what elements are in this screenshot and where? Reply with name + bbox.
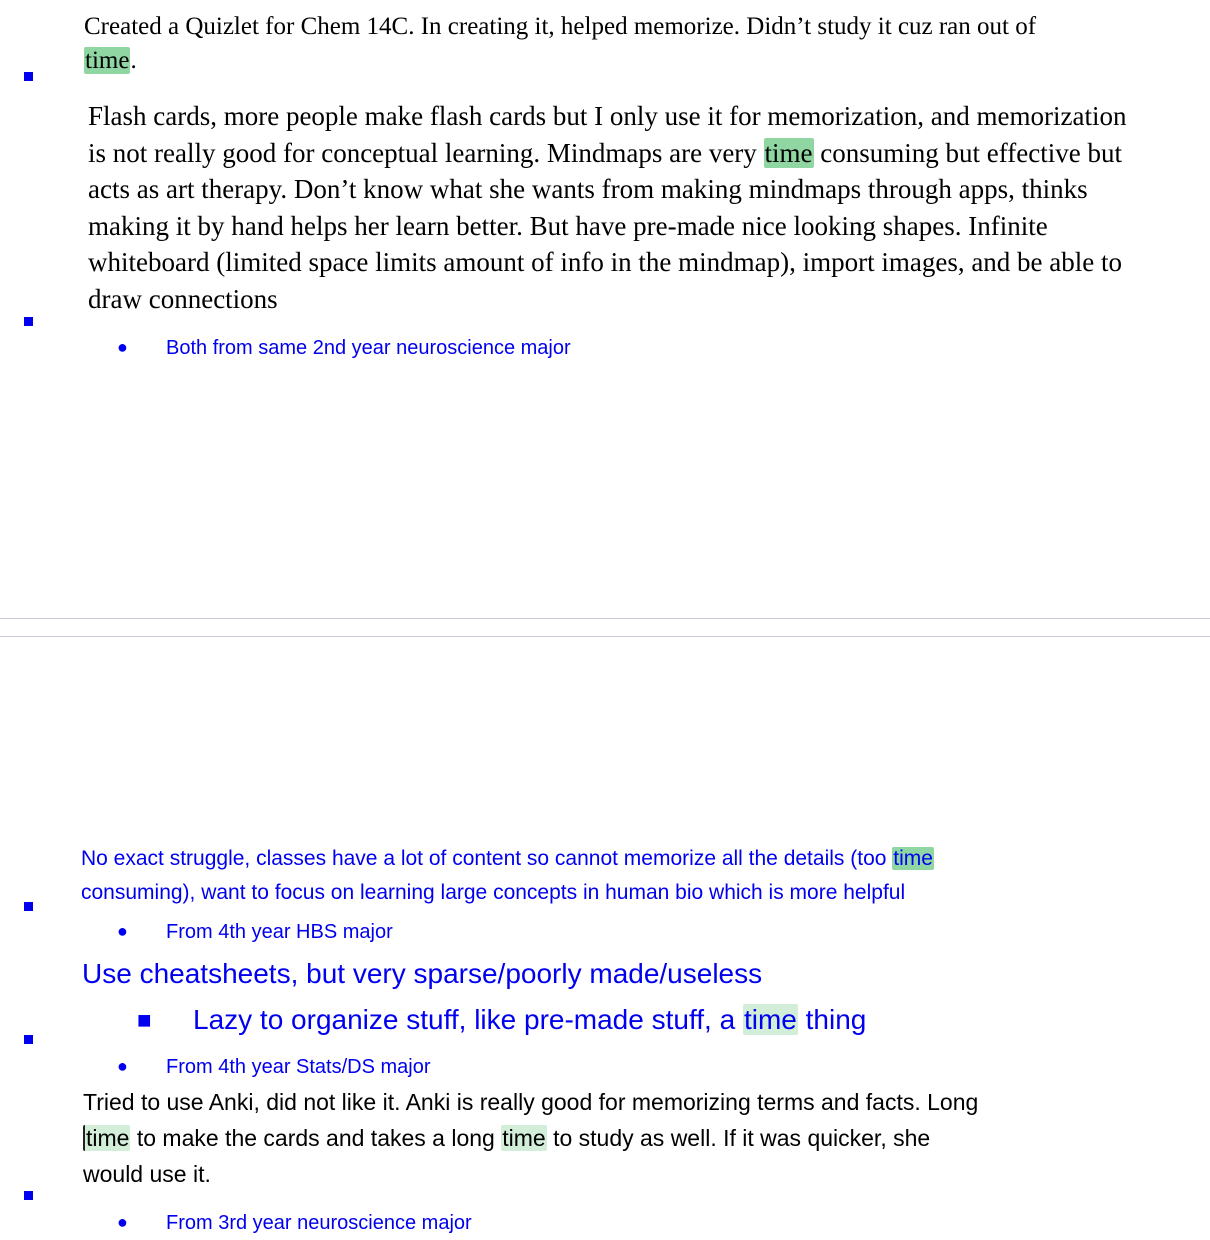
highlight-time: time [84, 47, 131, 74]
note3-line2: consuming), want to focus on learning la… [81, 881, 906, 904]
square-marker [24, 902, 33, 911]
note2-line5: whiteboard (limited space limits amount … [88, 247, 1123, 277]
note5-text: Tried to use Anki, did not like it. Anki… [83, 1084, 978, 1192]
square-marker [24, 1191, 33, 1200]
section-divider [0, 636, 1210, 637]
square-marker [24, 317, 33, 326]
note2-line3: acts as art therapy. Don’t know what she… [88, 174, 1088, 204]
highlight-time: time [892, 847, 934, 870]
note3-source: From 4th year HBS major [166, 921, 393, 943]
note2-text: Flash cards, more people make flash card… [88, 98, 1126, 317]
highlight-time: time [501, 1125, 547, 1151]
note4-subitem: Lazy to organize stuff, like pre-made st… [193, 1004, 867, 1035]
bullet-dot: ● [117, 921, 128, 941]
note2-line2: is not really good for conceptual learni… [88, 137, 1122, 168]
note2-line4: making it by hand helps her learn better… [88, 210, 1048, 241]
note1-line1: Created a Quizlet for Chem 14C. In creat… [84, 13, 1037, 40]
bullet-dot: ● [117, 1056, 128, 1076]
note4-source: From 4th year Stats/DS major [166, 1056, 431, 1078]
note3-line1: No exact struggle, classes have a lot of… [81, 847, 934, 870]
note3-text: No exact struggle, classes have a lot of… [81, 842, 934, 910]
square-marker [24, 1035, 33, 1044]
note2-source: Both from same 2nd year neuroscience maj… [166, 337, 571, 359]
note5-line3: would use it. [83, 1161, 211, 1187]
note5-line2: time to make the cards and takes a long … [83, 1120, 978, 1156]
note5-source: From 3rd year neuroscience major [166, 1212, 472, 1234]
note2-line6: draw connections [88, 283, 278, 314]
note4-heading: Use cheatsheets, but very sparse/poorly … [82, 958, 763, 989]
highlight-time: time [83, 1125, 131, 1151]
highlight-time: time [763, 137, 814, 168]
highlight-time: time [742, 1004, 798, 1035]
bullet-dot: ● [117, 337, 128, 357]
section-divider [0, 618, 1210, 619]
bullet-dot: ● [117, 1212, 128, 1232]
square-marker [24, 72, 33, 81]
note1-text: Created a Quizlet for Chem 14C. In creat… [84, 10, 1036, 78]
note5-line1: Tried to use Anki, did not like it. Anki… [83, 1089, 979, 1115]
note4-sub-bullet: ■ [137, 1007, 152, 1034]
note2-line1: Flash cards, more people make flash card… [88, 101, 1127, 131]
